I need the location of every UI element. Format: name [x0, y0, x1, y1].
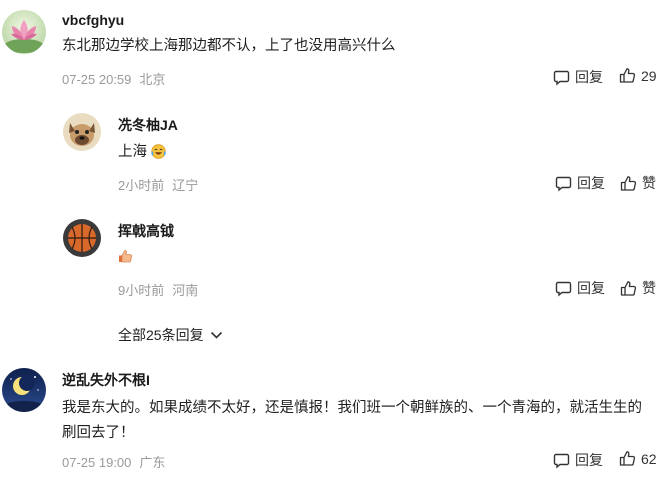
reply-username[interactable]: 冼冬柚JA	[118, 115, 178, 135]
thumbs-up-icon	[620, 280, 637, 296]
reply-meta: 9小时前 河南	[118, 280, 198, 299]
reply-text: 上海	[118, 140, 166, 168]
avatar[interactable]	[2, 368, 46, 412]
avatar[interactable]	[63, 219, 101, 257]
comment-text: 我是东大的。如果成绩不太好，还是慎报！我们班一个朝鲜族的、一个青海的，就活生生的…	[62, 400, 642, 441]
like-button[interactable]: 赞	[620, 278, 656, 298]
comment-time: 07-25 20:59	[62, 72, 132, 87]
reply-meta: 2小时前 辽宁	[118, 175, 198, 194]
comment-bubble-icon	[553, 453, 570, 468]
comment-bubble-icon	[553, 70, 570, 85]
like-button[interactable]: 62	[619, 450, 657, 467]
reply-username[interactable]: 挥戟高钺	[118, 221, 174, 241]
comment-text: 东北那边学校上海那边都不认，上了也没用高兴什么	[62, 38, 396, 54]
basketball-avatar-icon	[63, 219, 101, 257]
reply-time: 9小时前	[118, 283, 165, 298]
like-button[interactable]: 赞	[620, 173, 656, 193]
avatar[interactable]	[2, 10, 46, 54]
thumbs-up-icon	[619, 451, 636, 466]
thumbs-up-emoji	[118, 248, 133, 273]
comment-meta: 07-25 19:00 广东	[62, 452, 165, 471]
like-button[interactable]: 29	[619, 67, 657, 84]
thumbs-up-icon	[619, 68, 636, 83]
reply-time: 2小时前	[118, 178, 165, 193]
comment-location: 广东	[139, 455, 166, 470]
reply-text	[118, 245, 133, 273]
crescent-moon-night-icon	[2, 368, 46, 412]
comment-bubble-icon	[555, 176, 572, 191]
comment-username[interactable]: 逆乱失外不根I	[62, 370, 150, 390]
pink-lotus-icon	[2, 10, 46, 54]
comment-meta: 07-25 20:59 北京	[62, 69, 165, 88]
reply-button[interactable]: 回复	[553, 67, 603, 87]
reply-button[interactable]: 回复	[553, 450, 603, 470]
comment-username[interactable]: vbcfghyu	[62, 12, 124, 28]
reply-button[interactable]: 回复	[555, 173, 605, 193]
reply-location: 河南	[172, 283, 199, 298]
expand-replies-label: 全部25条回复	[118, 327, 204, 343]
comment-time: 07-25 19:00	[62, 455, 132, 470]
thumbs-up-icon	[620, 175, 637, 191]
avatar[interactable]	[63, 113, 101, 151]
like-count: 62	[641, 450, 657, 467]
dog-avatar-icon	[63, 113, 101, 151]
chevron-down-icon	[210, 331, 222, 339]
reply-button[interactable]: 回复	[555, 278, 605, 298]
laughing-tears-emoji	[151, 143, 166, 168]
expand-replies-button[interactable]: 全部25条回复	[118, 325, 223, 345]
reply-location: 辽宁	[172, 178, 199, 193]
like-count: 29	[641, 67, 657, 84]
comment-bubble-icon	[555, 281, 572, 296]
comment-location: 北京	[139, 72, 166, 87]
